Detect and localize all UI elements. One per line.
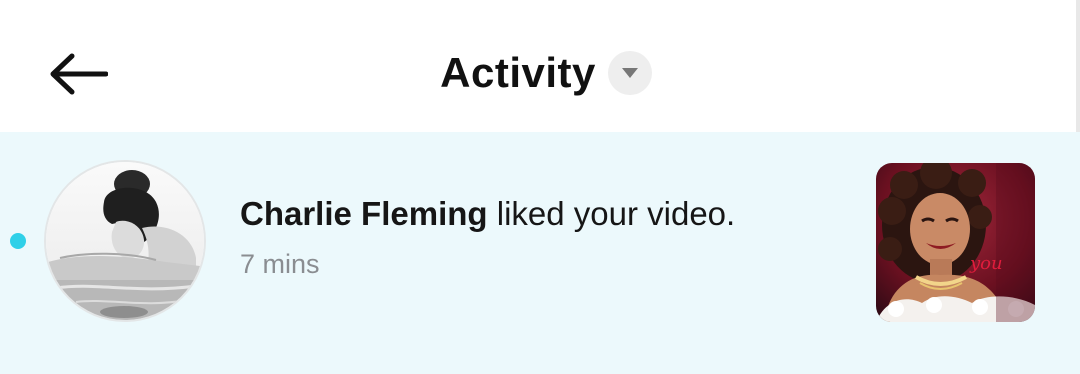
title-area: Activity [0,40,1080,106]
page-title[interactable]: Activity [440,49,596,97]
top-header: Activity [0,0,1080,132]
notification-message: Charlie Fleming liked your video. [240,194,840,234]
thumbnail-caption: you [969,253,1003,274]
notification-time: 7 mins [240,249,320,279]
notification-content: Charlie Fleming liked your video. 7 mins [240,194,840,280]
video-thumbnail-image: you [876,163,1035,322]
notification-row[interactable]: Charlie Fleming liked your video. 7 mins [0,132,1080,374]
avatar-photo [46,162,204,320]
video-thumbnail[interactable]: you [876,163,1035,322]
caret-down-icon [621,68,638,78]
avatar[interactable] [46,162,204,320]
unread-indicator [10,233,26,249]
title-dropdown-button[interactable] [607,51,652,95]
notification-action: liked your video. [496,195,736,232]
scrollbar[interactable] [1076,0,1080,132]
username-link[interactable]: Charlie Fleming [240,195,488,232]
